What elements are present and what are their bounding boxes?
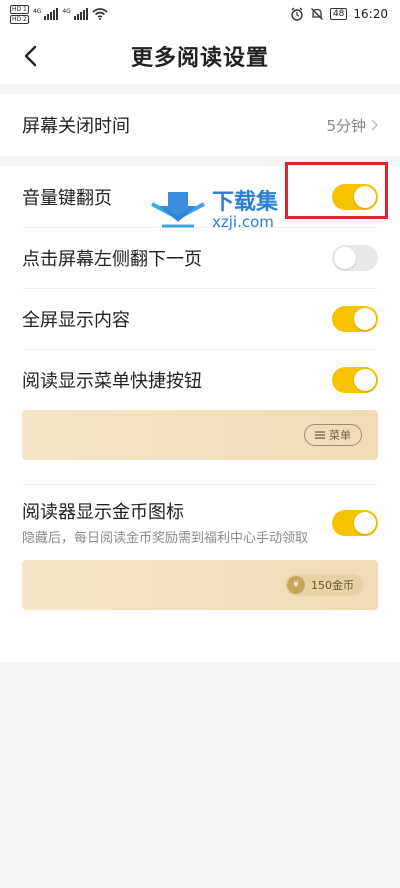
clock: 16:20 bbox=[353, 7, 388, 21]
menu-shortcut-row: 阅读显示菜单快捷按钮 bbox=[0, 349, 400, 410]
fullscreen-toggle[interactable] bbox=[332, 305, 378, 332]
signal-bars-icon bbox=[44, 8, 59, 20]
screen-off-card: 屏幕关闭时间 5分钟 bbox=[0, 94, 400, 156]
menu-lines-icon bbox=[315, 431, 325, 439]
fullscreen-label: 全屏显示内容 bbox=[22, 309, 130, 331]
hd-badges: HD 1 HD 2 bbox=[10, 4, 29, 24]
highlight-box bbox=[285, 162, 388, 219]
screen-off-row[interactable]: 屏幕关闭时间 5分钟 bbox=[0, 94, 400, 156]
menu-shortcut-toggle[interactable] bbox=[332, 366, 378, 393]
volume-page-label: 音量键翻页 bbox=[22, 187, 112, 209]
signal-2: 4G bbox=[62, 8, 88, 20]
reading-settings-card: 音量键翻页 点击屏幕左侧翻下一页 全屏显示内容 阅读显示菜单快捷按钮 菜单 阅读… bbox=[0, 166, 400, 662]
status-left: HD 1 HD 2 4G 4G bbox=[10, 4, 108, 24]
hd1-badge: HD 1 bbox=[10, 4, 29, 14]
coin-icon: ¥ bbox=[287, 576, 305, 594]
menu-chip: 菜单 bbox=[304, 424, 362, 446]
network-label-2: 4G bbox=[62, 8, 71, 15]
screen-off-value: 5分钟 bbox=[326, 116, 366, 135]
status-right: 48 16:20 bbox=[290, 7, 388, 21]
tap-left-toggle[interactable] bbox=[332, 244, 378, 271]
chevron-right-icon bbox=[371, 119, 378, 131]
coin-icon-description: 隐藏后，每日阅读金币奖励需到福利中心手动领取 bbox=[22, 531, 309, 546]
menu-chip-label: 菜单 bbox=[329, 429, 351, 442]
coin-chip-label: 150金币 bbox=[311, 579, 354, 592]
alarm-icon bbox=[291, 7, 303, 21]
mute-bell-icon bbox=[310, 8, 323, 20]
menu-shortcut-label: 阅读显示菜单快捷按钮 bbox=[22, 370, 202, 392]
screen-off-value-wrap: 5分钟 bbox=[326, 115, 378, 136]
wifi-icon bbox=[92, 8, 108, 20]
coin-preview: ¥ 150金币 bbox=[22, 560, 378, 610]
fullscreen-row: 全屏显示内容 bbox=[0, 288, 400, 349]
tap-left-label: 点击屏幕左侧翻下一页 bbox=[22, 248, 202, 270]
tap-left-row: 点击屏幕左侧翻下一页 bbox=[0, 227, 400, 288]
screen-off-label: 屏幕关闭时间 bbox=[22, 116, 130, 137]
coin-chip: ¥ 150金币 bbox=[285, 574, 364, 596]
signal-bars-icon bbox=[73, 8, 88, 20]
status-bar: HD 1 HD 2 4G 4G 48 16:20 bbox=[0, 0, 400, 28]
back-button[interactable] bbox=[14, 40, 46, 72]
battery-indicator: 48 bbox=[329, 8, 348, 20]
menu-preview: 菜单 bbox=[22, 410, 378, 460]
coin-icon-text: 阅读器显示金币图标 隐藏后，每日阅读金币奖励需到福利中心手动领取 bbox=[22, 498, 322, 548]
nav-header: 更多阅读设置 bbox=[0, 28, 400, 84]
network-label-1: 4G bbox=[32, 8, 42, 15]
hd2-badge: HD 2 bbox=[10, 14, 29, 24]
coin-icon-label: 阅读器显示金币图标 bbox=[22, 502, 184, 523]
coin-icon-row: 阅读器显示金币图标 隐藏后，每日阅读金币奖励需到福利中心手动领取 bbox=[0, 484, 400, 560]
chevron-left-icon bbox=[24, 45, 37, 67]
coin-icon-toggle[interactable] bbox=[332, 510, 378, 536]
page-title: 更多阅读设置 bbox=[130, 46, 269, 71]
signal-1: 4G bbox=[32, 8, 59, 20]
